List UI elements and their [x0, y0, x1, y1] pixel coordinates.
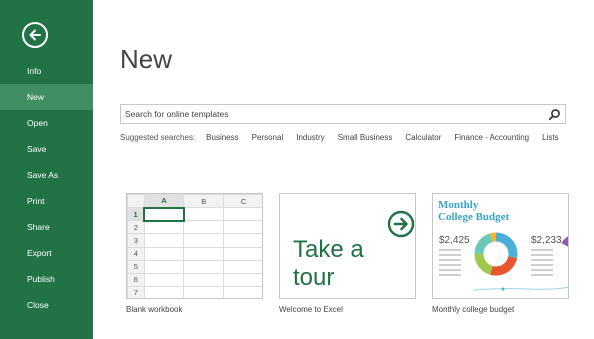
- nav-item-share[interactable]: Share: [0, 214, 93, 240]
- grid-cell: [223, 207, 262, 222]
- budget-title-line-2: College Budget: [438, 211, 510, 223]
- search-input[interactable]: [121, 105, 541, 123]
- budget-trend-line: [472, 286, 568, 291]
- template-welcome-to-excel-label[interactable]: Welcome to Excel: [279, 305, 343, 314]
- nav-item-info[interactable]: Info: [0, 58, 93, 84]
- nav-item-save-as[interactable]: Save As: [0, 162, 93, 188]
- template-welcome-to-excel[interactable]: Take a tour: [279, 193, 416, 299]
- grid-cell: [223, 233, 262, 248]
- page-title: New: [120, 44, 173, 74]
- grid-cell: [223, 272, 262, 287]
- nav-item-new[interactable]: New: [0, 84, 93, 110]
- tour-line-2: tour: [293, 264, 335, 291]
- grid-cell: [143, 233, 185, 248]
- backstage-nav: Info New Open Save Save As Print Share E…: [0, 58, 93, 318]
- suggested-business[interactable]: Business: [206, 133, 238, 142]
- main-panel: New Suggested searches: Business Persona…: [93, 0, 594, 339]
- grid-cell: [143, 272, 185, 287]
- backstage-sidebar: Info New Open Save Save As Print Share E…: [0, 0, 93, 339]
- selected-cell: [143, 206, 185, 222]
- row-header: 1: [127, 207, 145, 222]
- suggested-personal[interactable]: Personal: [252, 133, 284, 142]
- column-header: A: [143, 194, 185, 209]
- suggested-industry[interactable]: Industry: [296, 133, 324, 142]
- template-monthly-college-budget-label[interactable]: Monthly college budget: [432, 305, 514, 314]
- grid-cell: [183, 272, 225, 287]
- row-header: 4: [127, 246, 145, 261]
- budget-legend-left: [439, 249, 461, 279]
- suggested-small-business[interactable]: Small Business: [338, 133, 393, 142]
- grid-cell: [183, 259, 225, 274]
- template-blank-workbook[interactable]: A B C 1 2 3 4 5 6 7: [126, 193, 263, 299]
- suggested-finance-accounting[interactable]: Finance - Accounting: [454, 133, 529, 142]
- grid-cell: [183, 246, 225, 261]
- grid-cell: [143, 259, 185, 274]
- arrow-right-circle-icon: [387, 210, 415, 238]
- template-monthly-college-budget[interactable]: Monthly College Budget $2,425 $2,233: [432, 193, 569, 299]
- grid-corner: [127, 194, 145, 209]
- blank-workbook-grid: A B C 1 2 3 4 5 6 7: [127, 194, 262, 298]
- grid-cell: [183, 207, 225, 222]
- nav-item-close[interactable]: Close: [0, 292, 93, 318]
- grid-cell: [143, 285, 185, 298]
- suggested-calculator[interactable]: Calculator: [405, 133, 441, 142]
- column-header: C: [223, 194, 262, 209]
- budget-donut-chart-partial: [559, 234, 568, 270]
- tour-heading: Take a tour: [293, 236, 364, 292]
- budget-amount-left: $2,425: [439, 235, 470, 246]
- nav-item-publish[interactable]: Publish: [0, 266, 93, 292]
- row-header: 5: [127, 259, 145, 274]
- suggested-searches: Suggested searches: Business Personal In…: [120, 131, 572, 143]
- back-arrow-icon: [29, 29, 41, 41]
- budget-legend-right: [531, 249, 553, 279]
- grid-cell: [223, 285, 262, 298]
- tour-line-1: Take a: [293, 236, 364, 263]
- grid-cell: [183, 233, 225, 248]
- grid-cell: [223, 259, 262, 274]
- grid-cell: [223, 246, 262, 261]
- nav-item-export[interactable]: Export: [0, 240, 93, 266]
- nav-item-open[interactable]: Open: [0, 110, 93, 136]
- row-header: 6: [127, 272, 145, 287]
- search-icon[interactable]: [548, 108, 561, 121]
- row-header: 7: [127, 285, 145, 298]
- search-box: [120, 104, 566, 124]
- nav-item-print[interactable]: Print: [0, 188, 93, 214]
- template-blank-workbook-label[interactable]: Blank workbook: [126, 305, 182, 314]
- grid-cell: [143, 220, 185, 235]
- suggested-searches-label: Suggested searches:: [120, 132, 196, 142]
- column-header: B: [183, 194, 225, 209]
- back-button[interactable]: [22, 22, 48, 48]
- row-header: 2: [127, 220, 145, 235]
- grid-cell: [223, 220, 262, 235]
- grid-cell: [183, 285, 225, 298]
- row-header: 3: [127, 233, 145, 248]
- budget-donut-chart: [474, 232, 518, 276]
- grid-cell: [143, 246, 185, 261]
- nav-item-save[interactable]: Save: [0, 136, 93, 162]
- suggested-lists[interactable]: Lists: [542, 133, 558, 142]
- grid-cell: [183, 220, 225, 235]
- budget-title-line-1: Monthly: [438, 199, 479, 211]
